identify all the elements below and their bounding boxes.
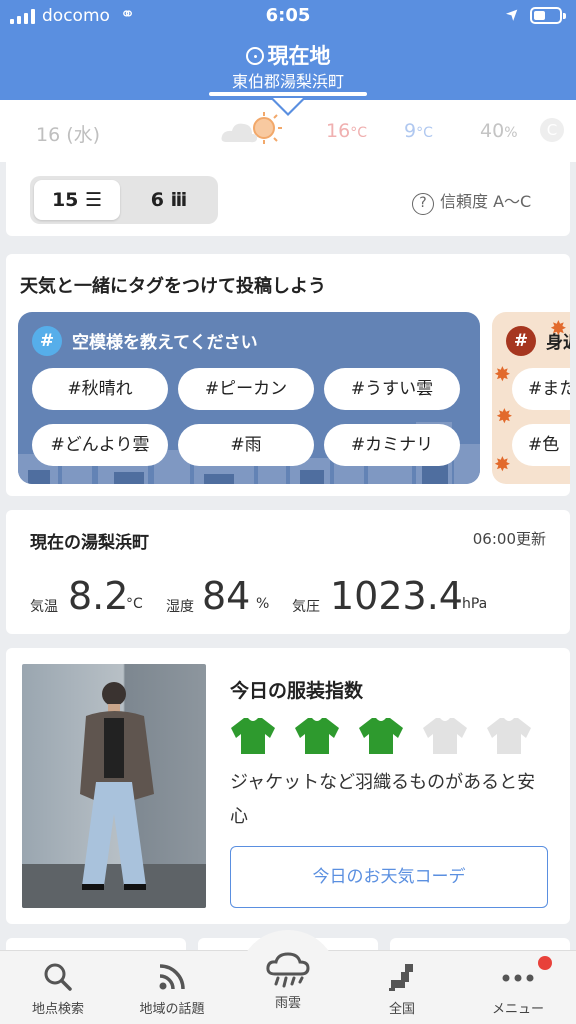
forecast-high-unit: °C	[350, 125, 367, 141]
toggle-6-hour[interactable]: 6 ⅲ	[124, 180, 214, 220]
shirt-icon-empty	[423, 718, 467, 754]
location-subtitle[interactable]: 東伯郡湯梨浜町	[0, 68, 576, 92]
reliability-badge: C	[540, 118, 564, 142]
weather-coordinate-button[interactable]: 今日のお天気コーデ	[230, 846, 548, 908]
tag-panel-autumn[interactable]: ✸ ✸ ✸ ✸ # 身近 #また #色	[492, 312, 570, 484]
humidity-unit: %	[256, 596, 270, 612]
location-title-text: 現在地	[267, 44, 331, 68]
forecast-low-value: 9	[404, 120, 417, 142]
maple-leaf-icon: ✸	[494, 452, 511, 476]
tag-pill[interactable]: #雨	[178, 424, 314, 466]
forecast-low-unit: °C	[416, 125, 433, 141]
status-time: 6:05	[265, 5, 311, 26]
forecast-low: 9°C	[404, 120, 433, 142]
notification-dot	[538, 956, 552, 970]
pressure-label: 気圧	[292, 599, 320, 615]
temp-unit: °C	[126, 596, 143, 612]
updated-time: 06:00更新	[472, 530, 546, 548]
tab-label: 地域の話題	[139, 1002, 205, 1017]
reliability-help[interactable]: ? 信頼度 A～C	[412, 188, 531, 215]
reliability-label: 信頼度 A～C	[440, 192, 532, 211]
current-title: 現在の湯梨浜町	[30, 533, 149, 553]
humidity-value: 84	[202, 574, 251, 618]
japan-map-icon	[389, 964, 413, 991]
forecast-precip-value: 40	[480, 120, 505, 142]
clothing-index-card: 今日の服装指数 ジャケットなど羽織るものがあると安心 今日のお天気コーデ	[6, 648, 570, 924]
person-illustration	[22, 682, 206, 908]
shirt-icon-empty	[487, 718, 531, 754]
location-underline	[209, 92, 367, 96]
tag-pill[interactable]: #ピーカン	[178, 368, 314, 410]
pointer-triangle-inner	[273, 98, 303, 113]
tag-pill[interactable]: #また	[512, 368, 570, 410]
shirt-icon-filled	[295, 718, 339, 754]
tab-menu[interactable]: メニュー	[468, 962, 568, 1017]
forecast-high: 16°C	[326, 120, 367, 142]
outfit-photo[interactable]	[22, 664, 206, 908]
toggle-15-day[interactable]: 15 ☰	[34, 180, 120, 220]
tab-label: 全国	[388, 1002, 415, 1017]
clothing-title: 今日の服装指数	[230, 680, 364, 702]
temp-label: 気温	[30, 599, 58, 615]
tag-heading: 天気と一緒にタグをつけて投稿しよう	[20, 276, 326, 297]
cloud-sun-icon	[221, 112, 282, 144]
tab-nationwide[interactable]: 全国	[352, 962, 452, 1017]
current-conditions-card: 現在の湯梨浜町 06:00更新 気温 8.2 °C 湿度 84 % 気圧 102…	[6, 510, 570, 634]
tag-post-card: 天気と一緒にタグをつけて投稿しよう # 空模様を教えてください #秋晴れ #ピー…	[6, 254, 570, 496]
tag-pill[interactable]: #秋晴れ	[32, 368, 168, 410]
humidity-label: 湿度	[166, 599, 194, 615]
tag-pill[interactable]: #うすい雲	[324, 368, 460, 410]
temp-value: 8.2	[68, 574, 129, 618]
question-icon: ?	[412, 193, 434, 215]
rain-cloud-icon	[266, 952, 310, 988]
shirt-icon-filled	[231, 718, 275, 754]
battery-icon	[530, 7, 566, 24]
location-title[interactable]: 現在地	[0, 40, 576, 70]
pressure-value: 1023.4	[330, 574, 463, 618]
forecast-date: 16 (水)	[36, 124, 101, 146]
hashtag-icon: #	[506, 326, 536, 356]
maple-leaf-icon: ✸	[496, 404, 513, 428]
status-bar: docomo ⚭ 6:05 ➤	[0, 0, 576, 34]
hashtag-icon: #	[32, 326, 62, 356]
tab-search[interactable]: 地点検索	[8, 962, 108, 1017]
tab-local-topics[interactable]: 地域の話題	[122, 962, 222, 1017]
forecast-high-value: 16	[326, 120, 351, 142]
maple-leaf-icon: ✸	[494, 362, 511, 386]
shirt-icon-filled	[359, 718, 403, 754]
tag-pill[interactable]: #カミナリ	[324, 424, 460, 466]
search-icon	[44, 963, 72, 991]
forecast-precip: 40%	[480, 120, 518, 142]
tab-label: メニュー	[491, 1002, 544, 1017]
pressure-unit: hPa	[462, 596, 488, 612]
rss-icon	[159, 964, 185, 990]
tab-rain-radar[interactable]: 雨雲	[238, 952, 338, 1011]
tag-pill[interactable]: #色	[512, 424, 570, 466]
more-dots-icon	[502, 974, 534, 982]
tab-label: 雨雲	[274, 996, 301, 1011]
tag-panel-title: 身近	[546, 333, 570, 353]
tab-label: 地点検索	[31, 1002, 84, 1017]
current-location-icon	[245, 47, 264, 65]
forecast-precip-unit: %	[504, 125, 518, 141]
tag-panel-sky: # 空模様を教えてください #秋晴れ #ピーカン #うすい雲 #どんより雲 #雨…	[18, 312, 480, 484]
tag-panel-title: 空模様を教えてください	[72, 333, 258, 353]
tag-pill[interactable]: #どんより雲	[32, 424, 168, 466]
clothing-description: ジャケットなど羽織るものがあると安心	[230, 772, 536, 827]
